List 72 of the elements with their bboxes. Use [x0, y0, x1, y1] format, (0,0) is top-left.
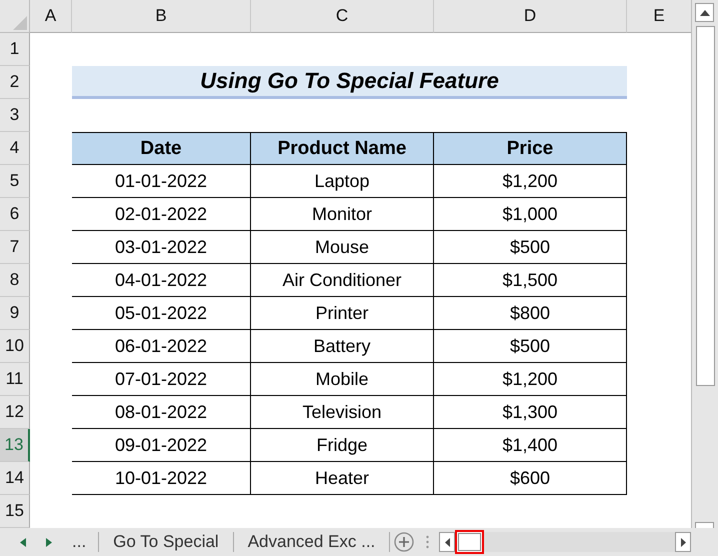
row-header[interactable]: 15	[0, 495, 30, 528]
table-cell: Television	[251, 396, 434, 429]
table-cell: 06-01-2022	[72, 330, 251, 363]
column-header[interactable]: B	[72, 0, 251, 33]
table-cell: $1,400	[434, 429, 627, 462]
table-cell: 10-01-2022	[72, 462, 251, 495]
table-cell: Printer	[251, 297, 434, 330]
table-cell: $600	[434, 462, 627, 495]
row-header[interactable]: 2	[0, 66, 30, 99]
sheet-tab[interactable]: Advanced Exc ...	[234, 532, 390, 552]
table-cell: $500	[434, 330, 627, 363]
table-cell: 01-01-2022	[72, 165, 251, 198]
next-sheet-button[interactable]	[46, 538, 52, 546]
table-header-cell: Price	[434, 132, 627, 165]
row-header[interactable]: 14	[0, 462, 30, 495]
table-cell: Heater	[251, 462, 434, 495]
table-cell: Monitor	[251, 198, 434, 231]
row-header[interactable]: 13	[0, 429, 30, 462]
table-cell: 05-01-2022	[72, 297, 251, 330]
right-arrow-icon	[680, 538, 686, 546]
scroll-up-button[interactable]	[695, 3, 714, 22]
scroll-thumb[interactable]	[455, 530, 484, 554]
table-cell: 02-01-2022	[72, 198, 251, 231]
table-cell: $1,500	[434, 264, 627, 297]
table-cell: 08-01-2022	[72, 396, 251, 429]
scroll-thumb[interactable]	[696, 26, 714, 386]
row-header[interactable]: 12	[0, 396, 30, 429]
vertical-scrollbar[interactable]	[692, 0, 718, 528]
row-header[interactable]: 10	[0, 330, 30, 363]
row-header[interactable]: 11	[0, 363, 30, 396]
row-header[interactable]: 1	[0, 33, 30, 66]
table-cell: $1,300	[434, 396, 627, 429]
table-cell: $1,200	[434, 165, 627, 198]
table-cell: $800	[434, 297, 627, 330]
table-cell: 09-01-2022	[72, 429, 251, 462]
row-header[interactable]: 5	[0, 165, 30, 198]
table-cell: 07-01-2022	[72, 363, 251, 396]
table-cell: Laptop	[251, 165, 434, 198]
add-sheet-icon[interactable]	[394, 532, 414, 552]
column-header[interactable]: C	[251, 0, 434, 33]
left-arrow-icon	[444, 538, 450, 546]
table-header-cell: Date	[72, 132, 251, 165]
scroll-left-button[interactable]	[439, 532, 456, 552]
row-header[interactable]: 4	[0, 132, 30, 165]
sheet-title: Using Go To Special Feature	[72, 66, 627, 99]
table-cell: 03-01-2022	[72, 231, 251, 264]
row-header[interactable]: 8	[0, 264, 30, 297]
table-header-cell: Product Name	[251, 132, 434, 165]
scroll-right-button[interactable]	[675, 532, 692, 552]
row-header[interactable]: 6	[0, 198, 30, 231]
table-cell: Battery	[251, 330, 434, 363]
row-header[interactable]: 9	[0, 297, 30, 330]
table-cell: $500	[434, 231, 627, 264]
row-header[interactable]: 7	[0, 231, 30, 264]
table-cell: 04-01-2022	[72, 264, 251, 297]
sheet-tab[interactable]: Go To Special	[99, 532, 234, 552]
table-cell: $1,000	[434, 198, 627, 231]
corner-triangle-icon	[13, 16, 27, 30]
table-cell: Air Conditioner	[251, 264, 434, 297]
horizontal-scrollbar[interactable]	[439, 532, 692, 552]
table-cell: Mouse	[251, 231, 434, 264]
previous-sheet-button[interactable]	[20, 538, 26, 546]
splitter-icon[interactable]	[426, 535, 430, 549]
column-header[interactable]: A	[30, 0, 72, 33]
table-cell: Mobile	[251, 363, 434, 396]
more-sheets-button[interactable]: ...	[72, 532, 100, 552]
row-header[interactable]: 3	[0, 99, 30, 132]
table-cell: $1,200	[434, 363, 627, 396]
column-header[interactable]: E	[627, 0, 691, 33]
up-arrow-icon	[700, 10, 710, 16]
column-header[interactable]: D	[434, 0, 627, 33]
table-cell: Fridge	[251, 429, 434, 462]
